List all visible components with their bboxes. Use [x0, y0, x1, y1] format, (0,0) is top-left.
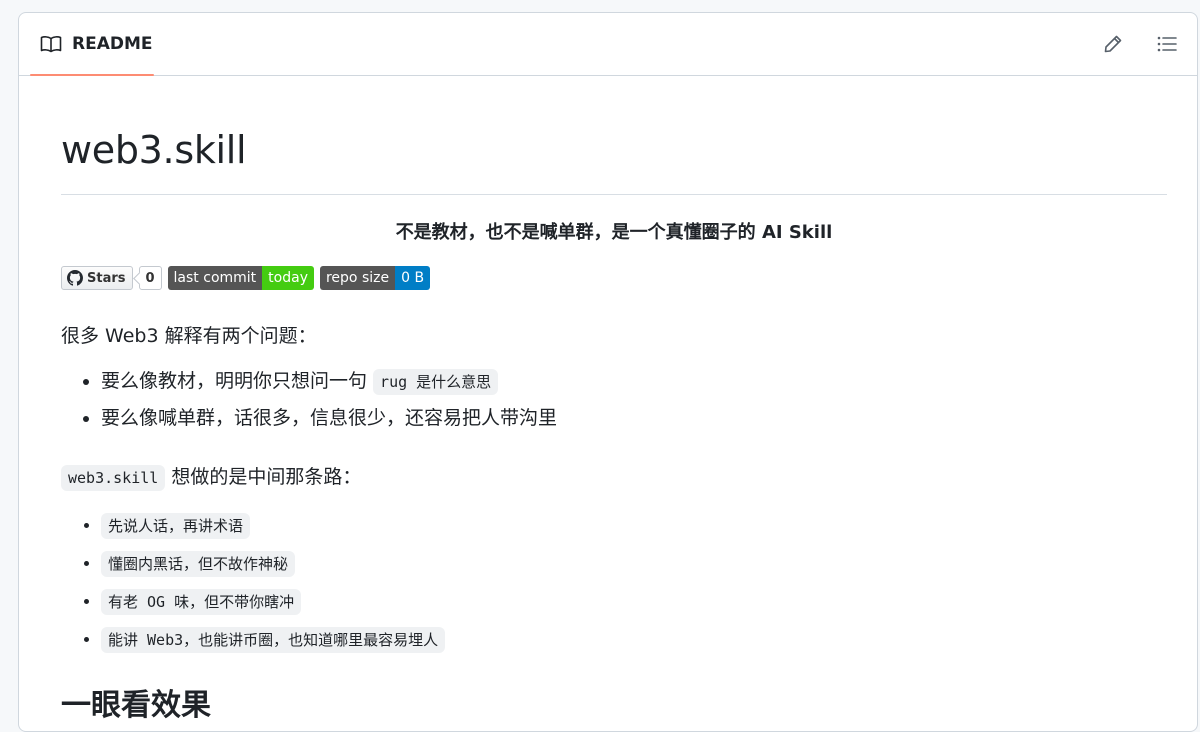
problem-text-2: 要么像喊单群，话很多，信息很少，还容易把人带沟里 [101, 407, 558, 429]
stars-label: Stars [87, 270, 126, 286]
intro-paragraph: 很多 Web3 解释有两个问题： [61, 325, 317, 347]
path-text: 想做的是中间那条路： [165, 466, 362, 488]
readme-content: web3.skill 不是教材，也不是喊单群，是一个真懂圈子的 AI Skill… [19, 128, 1197, 725]
stars-count: 0 [138, 266, 162, 290]
principle-code: 懂圈内黑话，但不故作神秘 [101, 551, 296, 577]
pencil-icon[interactable] [1101, 32, 1125, 56]
readme-card: README web3.skill 不是教材，也不是喊单群，是一个真懂圈子的 A… [18, 12, 1198, 732]
list-item: 有老 OG 味，但不带你瞎冲 [101, 583, 1167, 621]
repo-size-label: repo size [319, 266, 396, 290]
inline-code: web3.skill [61, 465, 166, 491]
section-heading: 一眼看效果 [61, 688, 211, 723]
problem-text-1: 要么像教材，明明你只想问一句 [101, 370, 374, 392]
inline-code: rug 是什么意思 [373, 369, 499, 395]
list-item: 先说人话，再讲术语 [101, 507, 1167, 545]
active-tab-indicator [30, 74, 154, 76]
path-paragraph: web3.skill 想做的是中间那条路： [61, 462, 1167, 493]
repo-size-value: 0 B [395, 266, 431, 290]
problem-list: 要么像教材，明明你只想问一句 rug 是什么意思 要么像喊单群，话很多，信息很少… [61, 363, 1167, 436]
last-commit-label: last commit [167, 266, 263, 290]
book-icon [40, 35, 62, 53]
github-icon [67, 270, 83, 286]
readme-header: README [19, 13, 1197, 76]
principle-code: 先说人话，再讲术语 [101, 513, 251, 539]
list-item: 要么像教材，明明你只想问一句 rug 是什么意思 [101, 363, 1167, 400]
readme-title: web3.skill [61, 128, 1167, 195]
list-icon[interactable] [1155, 32, 1179, 56]
principle-code: 能讲 Web3，也能讲币圈，也知道哪里最容易埋人 [101, 627, 446, 653]
github-stars-badge[interactable]: Stars 0 [61, 266, 162, 290]
principle-list: 先说人话，再讲术语 懂圈内黑话，但不故作神秘 有老 OG 味，但不带你瞎冲 能讲… [61, 507, 1167, 659]
badge-row: Stars 0 last commit today repo size 0 B [61, 265, 1167, 291]
stars-label-box: Stars [61, 266, 133, 290]
last-commit-value: today [262, 266, 314, 290]
list-item: 要么像喊单群，话很多，信息很少，还容易把人带沟里 [101, 400, 1167, 436]
principle-code: 有老 OG 味，但不带你瞎冲 [101, 589, 302, 615]
header-actions [1101, 13, 1179, 75]
readme-tab[interactable]: README [30, 13, 154, 76]
repo-size-badge[interactable]: repo size 0 B [319, 266, 431, 290]
list-item: 懂圈内黑话，但不故作神秘 [101, 545, 1167, 583]
readme-tab-label: README [72, 34, 153, 54]
readme-tagline: 不是教材，也不是喊单群，是一个真懂圈子的 AI Skill [395, 222, 833, 243]
list-item: 能讲 Web3，也能讲币圈，也知道哪里最容易埋人 [101, 621, 1167, 659]
last-commit-badge[interactable]: last commit today [167, 266, 314, 290]
